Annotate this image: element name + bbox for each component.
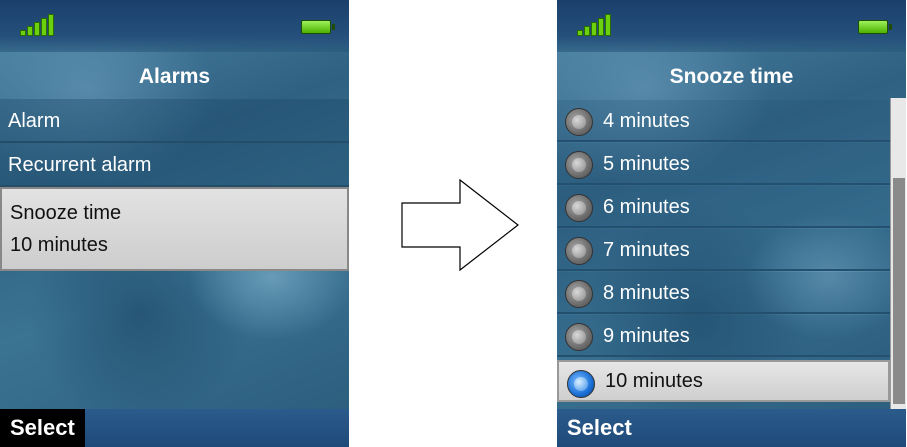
menu-item-label: Snooze time xyxy=(10,202,122,224)
option-8-minutes[interactable]: 8 minutes xyxy=(557,272,890,314)
option-6-minutes[interactable]: 6 minutes xyxy=(557,186,890,228)
option-4-minutes[interactable]: 4 minutes xyxy=(557,100,890,142)
menu-item-snooze-time[interactable]: Snooze time 10 minutes xyxy=(0,187,349,271)
snooze-time-screen: Snooze time 4 minutes 5 minutes 6 minute… xyxy=(557,0,906,447)
radio-button-icon xyxy=(565,108,593,136)
right-arrow-icon xyxy=(401,178,519,272)
radio-button-selected-icon xyxy=(567,370,595,398)
signal-strength-icon xyxy=(577,14,611,36)
option-9-minutes[interactable]: 9 minutes xyxy=(557,315,890,357)
select-softkey[interactable]: Select xyxy=(0,409,85,447)
scrollbar[interactable] xyxy=(890,98,906,409)
option-7-minutes[interactable]: 7 minutes xyxy=(557,229,890,271)
menu-item-label: Alarm xyxy=(8,110,61,132)
battery-icon xyxy=(858,20,892,34)
option-5-minutes[interactable]: 5 minutes xyxy=(557,143,890,185)
screen-title: Alarms xyxy=(138,65,211,88)
menu-item-value: 10 minutes xyxy=(10,234,108,256)
radio-button-icon xyxy=(565,151,593,179)
menu-item-label: Recurrent alarm xyxy=(8,154,152,176)
radio-button-icon xyxy=(565,280,593,308)
option-label: 10 minutes xyxy=(605,370,703,392)
option-label: 7 minutes xyxy=(603,239,690,261)
option-label: 4 minutes xyxy=(603,110,690,132)
alarms-screen: Alarms Alarm Recurrent alarm Snooze time… xyxy=(0,0,349,447)
radio-button-icon xyxy=(565,323,593,351)
status-bar xyxy=(557,0,906,52)
radio-button-icon xyxy=(565,237,593,265)
scrollbar-thumb[interactable] xyxy=(893,178,905,404)
option-label: 9 minutes xyxy=(603,325,690,347)
option-label: 6 minutes xyxy=(603,196,690,218)
radio-button-icon xyxy=(565,194,593,222)
screen-title: Snooze time xyxy=(669,65,794,88)
status-bar xyxy=(0,0,349,52)
menu-item-recurrent-alarm[interactable]: Recurrent alarm xyxy=(0,143,349,187)
softkey-bar: Select xyxy=(557,409,906,447)
signal-strength-icon xyxy=(20,14,54,36)
select-softkey[interactable]: Select xyxy=(557,409,642,447)
option-label: 8 minutes xyxy=(603,282,690,304)
option-label: 5 minutes xyxy=(603,153,690,175)
menu-item-alarm[interactable]: Alarm xyxy=(0,99,349,143)
option-10-minutes[interactable]: 10 minutes xyxy=(557,360,890,402)
battery-icon xyxy=(301,20,335,34)
softkey-bar: Select xyxy=(0,409,349,447)
